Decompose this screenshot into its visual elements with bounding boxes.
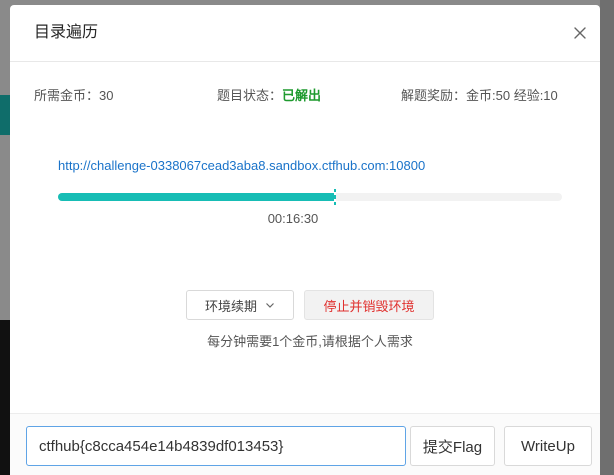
close-icon[interactable] bbox=[572, 25, 588, 41]
chevron-down-icon bbox=[266, 303, 274, 308]
solve-reward: 解题奖励：金币:50 经验:10 bbox=[401, 87, 558, 105]
dialog-footer: 提交Flag WriteUp bbox=[10, 413, 600, 475]
stop-destroy-environment-button[interactable]: 停止并销毁环境 bbox=[304, 290, 434, 320]
solve-reward-label: 解题奖励： bbox=[401, 88, 467, 103]
time-progress-bar bbox=[58, 189, 562, 205]
time-progress-handle bbox=[334, 189, 337, 205]
required-coins-value: 30 bbox=[99, 88, 114, 103]
solve-reward-value: 金币:50 经验:10 bbox=[466, 88, 558, 103]
renew-environment-button[interactable]: 环境续期 bbox=[186, 290, 294, 320]
cost-note: 每分钟需要1个金币,请根据个人需求 bbox=[207, 334, 413, 349]
background-right-edge bbox=[600, 0, 614, 475]
remaining-time: 00:16:30 bbox=[267, 211, 319, 226]
challenge-status-value: 已解出 bbox=[282, 88, 322, 103]
challenge-status: 题目状态：已解出 bbox=[217, 87, 321, 105]
required-coins: 所需金币：30 bbox=[34, 87, 113, 105]
writeup-button[interactable]: WriteUp bbox=[504, 426, 592, 466]
renew-environment-label: 环境续期 bbox=[204, 298, 257, 314]
submit-flag-button[interactable]: 提交Flag bbox=[410, 426, 495, 466]
challenge-status-label: 题目状态： bbox=[217, 88, 283, 103]
challenge-url-link[interactable]: http://challenge-0338067cead3aba8.sandbo… bbox=[58, 157, 425, 175]
dialog-title: 目录遍历 bbox=[34, 24, 99, 41]
required-coins-label: 所需金币： bbox=[34, 88, 100, 103]
dialog-header: 目录遍历 bbox=[10, 5, 600, 62]
flag-input[interactable] bbox=[26, 426, 406, 466]
time-progress-fill bbox=[58, 193, 336, 201]
challenge-dialog: 目录遍历 所需金币：30 题目状态：已解出 解题奖励：金币:50 经验:10 h… bbox=[10, 5, 600, 475]
